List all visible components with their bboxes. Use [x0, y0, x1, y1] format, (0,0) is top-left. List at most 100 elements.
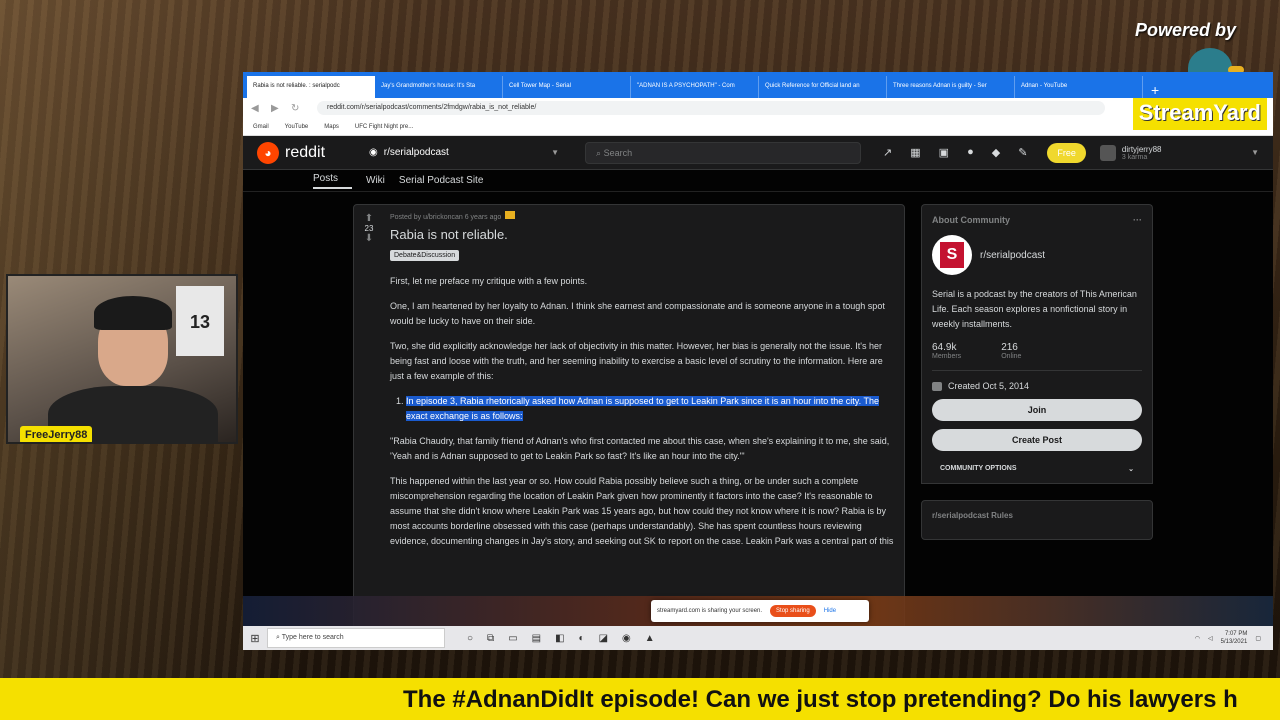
about-community-header: About Community ··· — [921, 204, 1153, 235]
address-bar: ◀ ▶ ↻ reddit.com/r/serialpodcast/comment… — [243, 98, 1273, 118]
bookmarks-bar: Gmail YouTube Maps UFC Fight Night pre..… — [243, 118, 1273, 136]
about-community: S r/serialpodcast Serial is a podcast by… — [921, 235, 1153, 484]
main-content: ⬆ 23 ⬇ Posted by u/brickoncan 6 years ag… — [243, 192, 1273, 634]
shared-screen: Rabia is not reliable. : serialpodc Jay'… — [243, 72, 1273, 650]
store-icon[interactable]: ▤ — [532, 633, 541, 644]
bookmark-item[interactable]: Maps — [324, 124, 339, 130]
office-icon[interactable]: ◪ — [599, 633, 608, 644]
stats-icon[interactable]: ▦ — [910, 146, 920, 159]
downvote-icon[interactable]: ⬇ — [362, 233, 376, 244]
join-button[interactable]: Join — [932, 399, 1142, 421]
rules-card: r/serialpodcast Rules — [921, 500, 1153, 540]
reddit-wordmark[interactable]: reddit — [285, 144, 325, 162]
created-date: Created Oct 5, 2014 — [932, 381, 1142, 391]
system-tray: ◠ ◁ 7:07 PM 5/13/2021 ▢ — [1195, 630, 1273, 646]
app-icon[interactable]: ◧ — [555, 633, 564, 644]
chevron-down-icon[interactable]: ▼ — [1251, 148, 1259, 157]
tab-serial-podcast-site[interactable]: Serial Podcast Site — [399, 175, 498, 186]
upvote-icon[interactable]: ⬆ — [362, 213, 376, 224]
vote-count: 23 — [364, 224, 374, 233]
post-card: ⬆ 23 ⬇ Posted by u/brickoncan 6 years ag… — [353, 204, 905, 634]
ticker-text: The #AdnanDidIt episode! Can we just sto… — [403, 686, 1238, 713]
video-icon[interactable]: ▣ — [939, 146, 949, 159]
post-flair[interactable]: Debate&Discussion — [390, 250, 460, 261]
karma-count: 3 karma — [1121, 153, 1148, 161]
edge-icon[interactable]: ◐ — [579, 633, 585, 644]
bookmark-item[interactable]: Gmail — [253, 124, 269, 130]
members-count: 64.9k — [932, 342, 957, 353]
bookmark-item[interactable]: YouTube — [285, 124, 309, 130]
browser-tab[interactable]: Quick Reference for Official land an — [759, 76, 887, 98]
post-meta: Posted by u/brickoncan 6 years ago — [390, 211, 894, 221]
browser-tab[interactable]: Jay's Grandmother's house: It's Sta — [375, 76, 503, 98]
paragraph: One, I am heartened by her loyalty to Ad… — [390, 301, 885, 326]
taskbar-apps: ○ ⧉ ▭ ▤ ◧ ◐ ◪ ◉ ▲ — [467, 633, 655, 644]
reddit-logo-icon[interactable]: ◕ — [257, 141, 279, 164]
subreddit-selector-label: r/serialpodcast — [383, 147, 449, 158]
username: dirtyjerry88 — [1121, 144, 1162, 154]
clock[interactable]: 7:07 PM 5/13/2021 — [1221, 630, 1248, 646]
ticker-banner: The #AdnanDidIt episode! Can we just sto… — [0, 678, 1280, 720]
url-field[interactable]: reddit.com/r/serialpodcast/comments/2fmd… — [317, 101, 1105, 115]
tab-posts[interactable]: Posts — [313, 173, 353, 189]
search-input[interactable]: ⌕ Search — [585, 141, 862, 164]
selected-list-item: In episode 3, Rabia rhetorically asked h… — [406, 396, 879, 421]
more-options-icon[interactable]: ··· — [1133, 215, 1142, 225]
streamyard-logo: StreamYard — [1132, 98, 1267, 130]
subreddit-selector[interactable]: ◉ r/serialpodcast ▼ — [369, 147, 559, 158]
online-count: 216 — [1001, 342, 1018, 353]
free-coins-button[interactable]: Free — [1047, 142, 1086, 163]
vote-column: ⬆ 23 ⬇ — [362, 213, 376, 244]
chat-icon[interactable]: ● — [967, 146, 974, 159]
wifi-icon[interactable]: ◠ — [1195, 635, 1200, 642]
brave-icon[interactable]: ▲ — [645, 633, 655, 644]
community-description: Serial is a podcast by the creators of T… — [932, 289, 1137, 329]
community-sidebar: About Community ··· S r/serialpodcast Se… — [921, 204, 1153, 540]
paragraph: Two, she did explicitly acknowledge her … — [390, 341, 883, 381]
windows-start-icon[interactable]: ⊞ — [243, 632, 267, 645]
community-options[interactable]: COMMUNITY OPTIONS ⌄ — [932, 465, 1142, 473]
tab-wiki[interactable]: Wiki — [366, 175, 399, 186]
browser-tab[interactable]: Cell Tower Map - Serial — [503, 76, 631, 98]
forward-icon[interactable]: ▶ — [271, 103, 283, 114]
windows-taskbar: ⊞ ⌕ Type here to search ○ ⧉ ▭ ▤ ◧ ◐ ◪ ◉ … — [243, 626, 1273, 650]
beanie — [94, 296, 172, 330]
bookmark-item[interactable]: UFC Fight Night pre... — [355, 124, 413, 130]
post-text: First, let me preface my critique with a… — [390, 274, 894, 549]
browser-tab[interactable]: Adnan - YouTube — [1015, 76, 1143, 98]
chrome-icon[interactable]: ◉ — [622, 633, 631, 644]
user-menu[interactable]: dirtyjerry88 3 karma — [1099, 144, 1162, 161]
browser-tab[interactable]: Rabia is not reliable. : serialpodc — [247, 76, 375, 98]
create-post-button[interactable]: Create Post — [932, 429, 1142, 451]
stop-sharing-button[interactable]: Stop sharing — [770, 605, 816, 617]
post-title: Rabia is not reliable. — [390, 227, 508, 242]
back-icon[interactable]: ◀ — [251, 103, 263, 114]
bell-icon[interactable]: ◆ — [992, 146, 1000, 159]
search-icon: ⌕ — [596, 147, 604, 158]
cortana-icon[interactable]: ○ — [467, 633, 473, 644]
avatar — [1099, 144, 1116, 161]
explorer-icon[interactable]: ▭ — [508, 633, 517, 644]
taskbar-search[interactable]: ⌕ Type here to search — [267, 628, 445, 648]
community-stats: 64.9k Members 216 Online — [932, 342, 1142, 371]
screen-share-bar: streamyard.com is sharing your screen. S… — [651, 600, 869, 622]
hide-button[interactable]: Hide — [824, 608, 836, 614]
chevron-down-icon: ⌄ — [1128, 466, 1134, 473]
pencil-icon[interactable]: ✎ — [1018, 146, 1027, 159]
reload-icon[interactable]: ↻ — [291, 103, 303, 114]
cake-icon — [932, 381, 942, 391]
new-tab-icon[interactable]: + — [1143, 82, 1167, 98]
presenter-name-tag: FreeJerry88 — [20, 426, 93, 442]
browser-tab[interactable]: "ADNAN IS A PSYCHOPATH" - Com — [631, 76, 759, 98]
volume-icon[interactable]: ◁ — [1208, 635, 1213, 642]
reddit-header: ◕ reddit ◉ r/serialpodcast ▼ ⌕ Search ↗ … — [243, 136, 1273, 170]
community-icon: S — [932, 235, 972, 275]
subreddit-nav: Posts Wiki Serial Podcast Site — [243, 170, 1273, 192]
task-view-icon[interactable]: ⧉ — [487, 633, 494, 644]
notifications-icon[interactable]: ▢ — [1255, 635, 1261, 642]
subreddit-icon: ◉ — [369, 147, 378, 158]
paragraph: This happened within the last year or so… — [390, 476, 894, 546]
jersey: 13 — [176, 286, 224, 356]
browser-tab[interactable]: Three reasons Adnan is guilty - Ser — [887, 76, 1015, 98]
trending-icon[interactable]: ↗ — [883, 146, 892, 159]
